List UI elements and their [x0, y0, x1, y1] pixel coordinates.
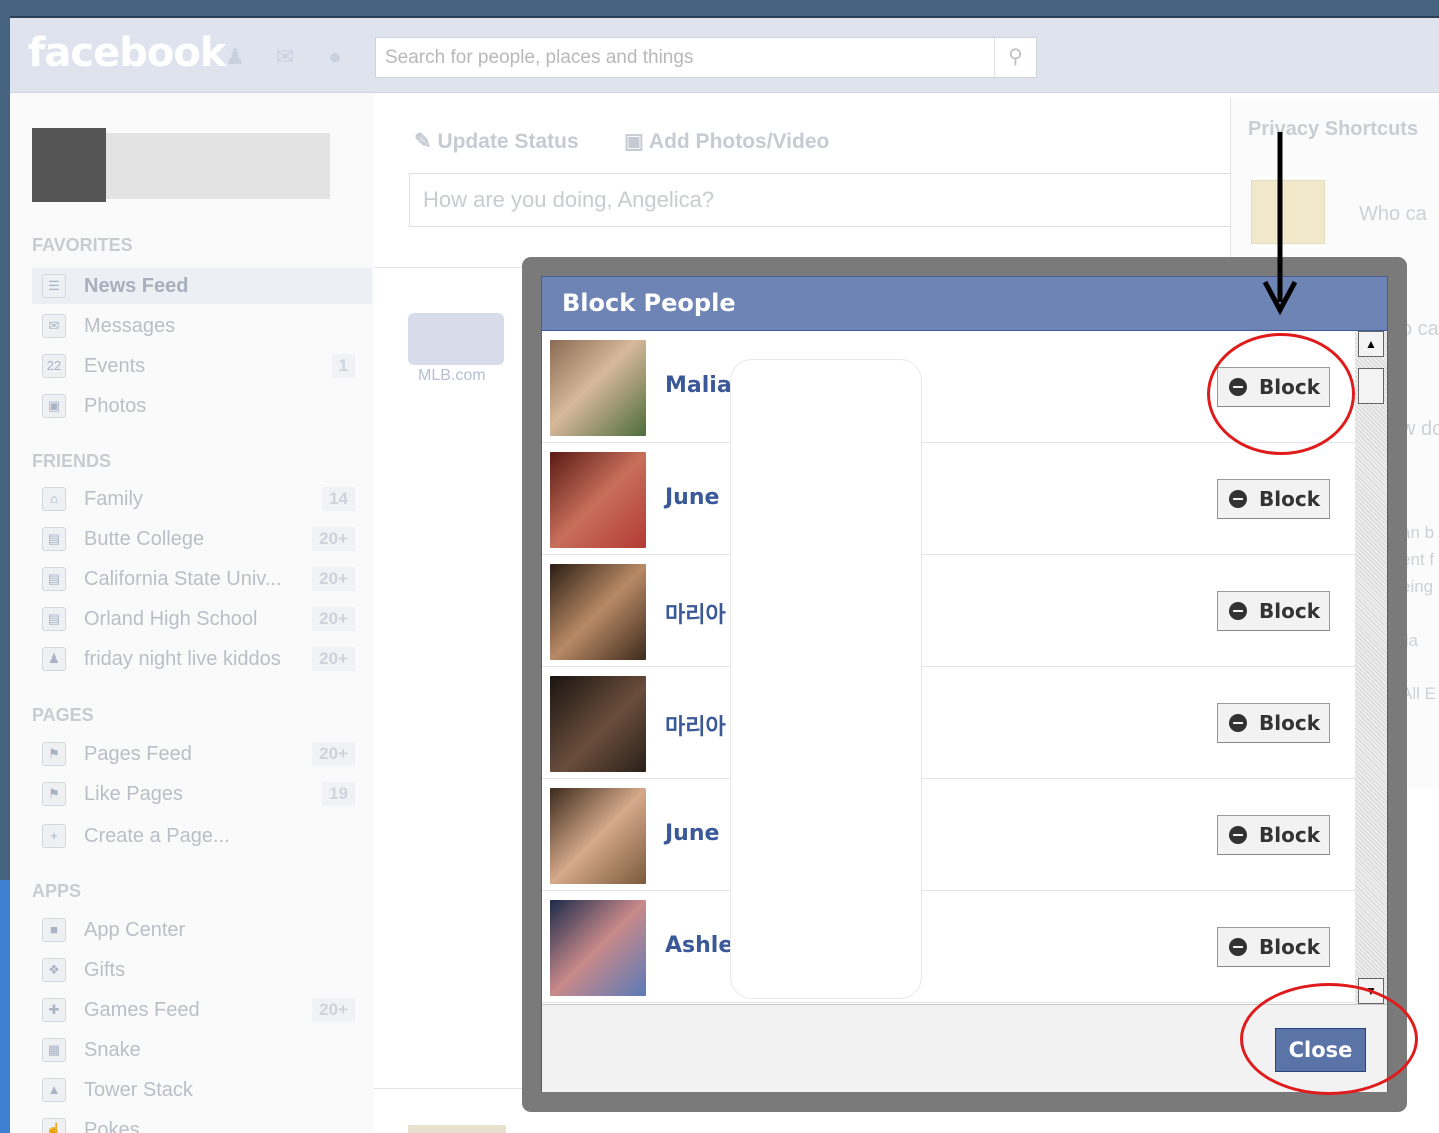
list-item: Ashle Block: [542, 891, 1355, 1003]
search-input[interactable]: [376, 38, 996, 77]
school-icon: ▤: [42, 527, 66, 551]
sidebar-item-like-pages[interactable]: ⚑ Like Pages 19: [32, 776, 372, 812]
messages-icon: ✉: [42, 314, 66, 338]
app-center-icon: ■: [42, 918, 66, 942]
person-name[interactable]: June: [665, 485, 719, 510]
sidebar-item-snake[interactable]: ▦ Snake: [32, 1032, 372, 1068]
person-name[interactable]: 마리아: [665, 597, 726, 629]
person-name[interactable]: 마리아: [665, 709, 726, 741]
home-icon: ⌂: [42, 487, 66, 511]
events-icon: 22: [42, 354, 66, 378]
pages-header: PAGES: [32, 705, 94, 725]
sidebar-item-photos[interactable]: ▣ Photos: [32, 388, 372, 424]
messages-icon[interactable]: ✉: [272, 44, 298, 70]
profile-picture[interactable]: [32, 128, 106, 202]
avatar[interactable]: [550, 452, 646, 548]
tower-stack-icon: ▲: [42, 1078, 66, 1102]
down-arrow-annotation: [1263, 132, 1297, 316]
sidebar-item-events[interactable]: 22 Events 1: [32, 348, 372, 384]
status-composer: ✎ Update Status ▣ Add Photos/Video How a…: [374, 93, 1249, 268]
facebook-logo[interactable]: facebook: [28, 30, 226, 76]
friend-requests-icon[interactable]: ♟: [222, 44, 248, 70]
school-icon: ▤: [42, 567, 66, 591]
sidebar-item-tower-stack[interactable]: ▲ Tower Stack: [32, 1072, 372, 1108]
block-button[interactable]: Block: [1217, 703, 1330, 743]
mlb-logo[interactable]: [408, 313, 504, 365]
window-frame-top: [0, 0, 1439, 18]
search-box: ⚲: [375, 37, 1037, 78]
highlight-circle-block: [1207, 333, 1355, 455]
avatar[interactable]: [550, 340, 646, 436]
highlight-circle-close: [1240, 983, 1418, 1095]
snake-icon: ▦: [42, 1038, 66, 1062]
search-icon[interactable]: ⚲: [994, 38, 1036, 77]
friends-header: FRIENDS: [32, 451, 112, 471]
person-name[interactable]: June: [665, 821, 719, 846]
add-photos-tab[interactable]: ▣ Add Photos/Video: [624, 129, 829, 154]
sidebar-item-games-feed[interactable]: ✚ Games Feed 20+: [32, 992, 372, 1028]
sidebar-item-news-feed[interactable]: ☰ News Feed: [32, 268, 372, 304]
notifications-icon[interactable]: ●: [322, 44, 348, 70]
avatar[interactable]: [550, 788, 646, 884]
sidebar-item-family[interactable]: ⌂ Family 14: [32, 481, 372, 517]
sidebar-item-california-state[interactable]: ▤ California State Univ... 20+: [32, 561, 372, 597]
dialog-header: Block People: [542, 277, 1387, 331]
update-status-tab[interactable]: ✎ Update Status: [414, 129, 579, 154]
sidebar-item-app-center[interactable]: ■ App Center: [32, 912, 372, 948]
list-item: June Block: [542, 779, 1355, 891]
minus-circle-icon: [1229, 602, 1247, 620]
avatar[interactable]: [550, 900, 646, 996]
sidebar-item-pages-feed[interactable]: ⚑ Pages Feed 20+: [32, 736, 372, 772]
profile-name-redacted: [106, 133, 330, 199]
minus-circle-icon: [1229, 826, 1247, 844]
sidebar-item-messages[interactable]: ✉ Messages: [32, 308, 372, 344]
status-input[interactable]: How are you doing, Angelica?: [409, 173, 1249, 227]
avatar[interactable]: [550, 564, 646, 660]
sidebar-item-orland-high[interactable]: ▤ Orland High School 20+: [32, 601, 372, 637]
photos-icon: ▣: [42, 394, 66, 418]
poke-icon: ☝: [42, 1118, 66, 1133]
gift-icon: ❖: [42, 958, 66, 982]
privacy-text-1[interactable]: Who ca: [1359, 203, 1427, 226]
sidebar-item-create-page[interactable]: + Create a Page...: [32, 818, 372, 854]
events-count: 1: [331, 354, 355, 378]
scroll-thumb[interactable]: [1358, 368, 1384, 404]
block-button[interactable]: Block: [1217, 927, 1330, 967]
sidebar-item-gifts[interactable]: ❖ Gifts: [32, 952, 372, 988]
scroll-up-arrow-icon[interactable]: ▲: [1358, 331, 1384, 357]
person-name[interactable]: Ashle: [665, 933, 733, 958]
list-item: June Block: [542, 443, 1355, 555]
news-feed-icon: ☰: [42, 274, 66, 298]
sidebar-item-butte-college[interactable]: ▤ Butte College 20+: [32, 521, 372, 557]
left-sidebar: FAVORITES ☰ News Feed ✉ Messages 22 Even…: [10, 93, 374, 1133]
sidebar-item-pokes[interactable]: ☝ Pokes: [32, 1112, 372, 1133]
block-button[interactable]: Block: [1217, 815, 1330, 855]
list-item: 마리아 Block: [542, 667, 1355, 779]
person-name[interactable]: Malia: [665, 373, 732, 398]
avatar[interactable]: [550, 676, 646, 772]
school-icon: ▤: [42, 607, 66, 631]
block-button[interactable]: Block: [1217, 479, 1330, 519]
minus-circle-icon: [1229, 938, 1247, 956]
flag-icon: ⚑: [42, 742, 66, 766]
block-button[interactable]: Block: [1217, 591, 1330, 631]
photo-icon: ▣: [624, 130, 649, 153]
like-pages-icon: ⚑: [42, 782, 66, 806]
favorites-header: FAVORITES: [32, 235, 133, 255]
group-icon: ♟: [42, 647, 66, 671]
create-page-icon: +: [42, 824, 66, 848]
apps-header: APPS: [32, 881, 82, 901]
mlb-label[interactable]: MLB.com: [418, 367, 486, 385]
minus-circle-icon: [1229, 490, 1247, 508]
games-icon: ✚: [42, 998, 66, 1022]
feed-thumbnail: [408, 1125, 506, 1133]
list-item: 마리아 Block: [542, 555, 1355, 667]
list-scrollbar[interactable]: ▲ ▼: [1355, 331, 1387, 1004]
dialog-title: Block People: [562, 289, 736, 317]
sidebar-item-friday-night-live[interactable]: ♟ friday night live kiddos 20+: [32, 641, 372, 677]
pencil-icon: ✎: [414, 130, 438, 153]
minus-circle-icon: [1229, 714, 1247, 732]
redaction-box: [730, 359, 922, 999]
